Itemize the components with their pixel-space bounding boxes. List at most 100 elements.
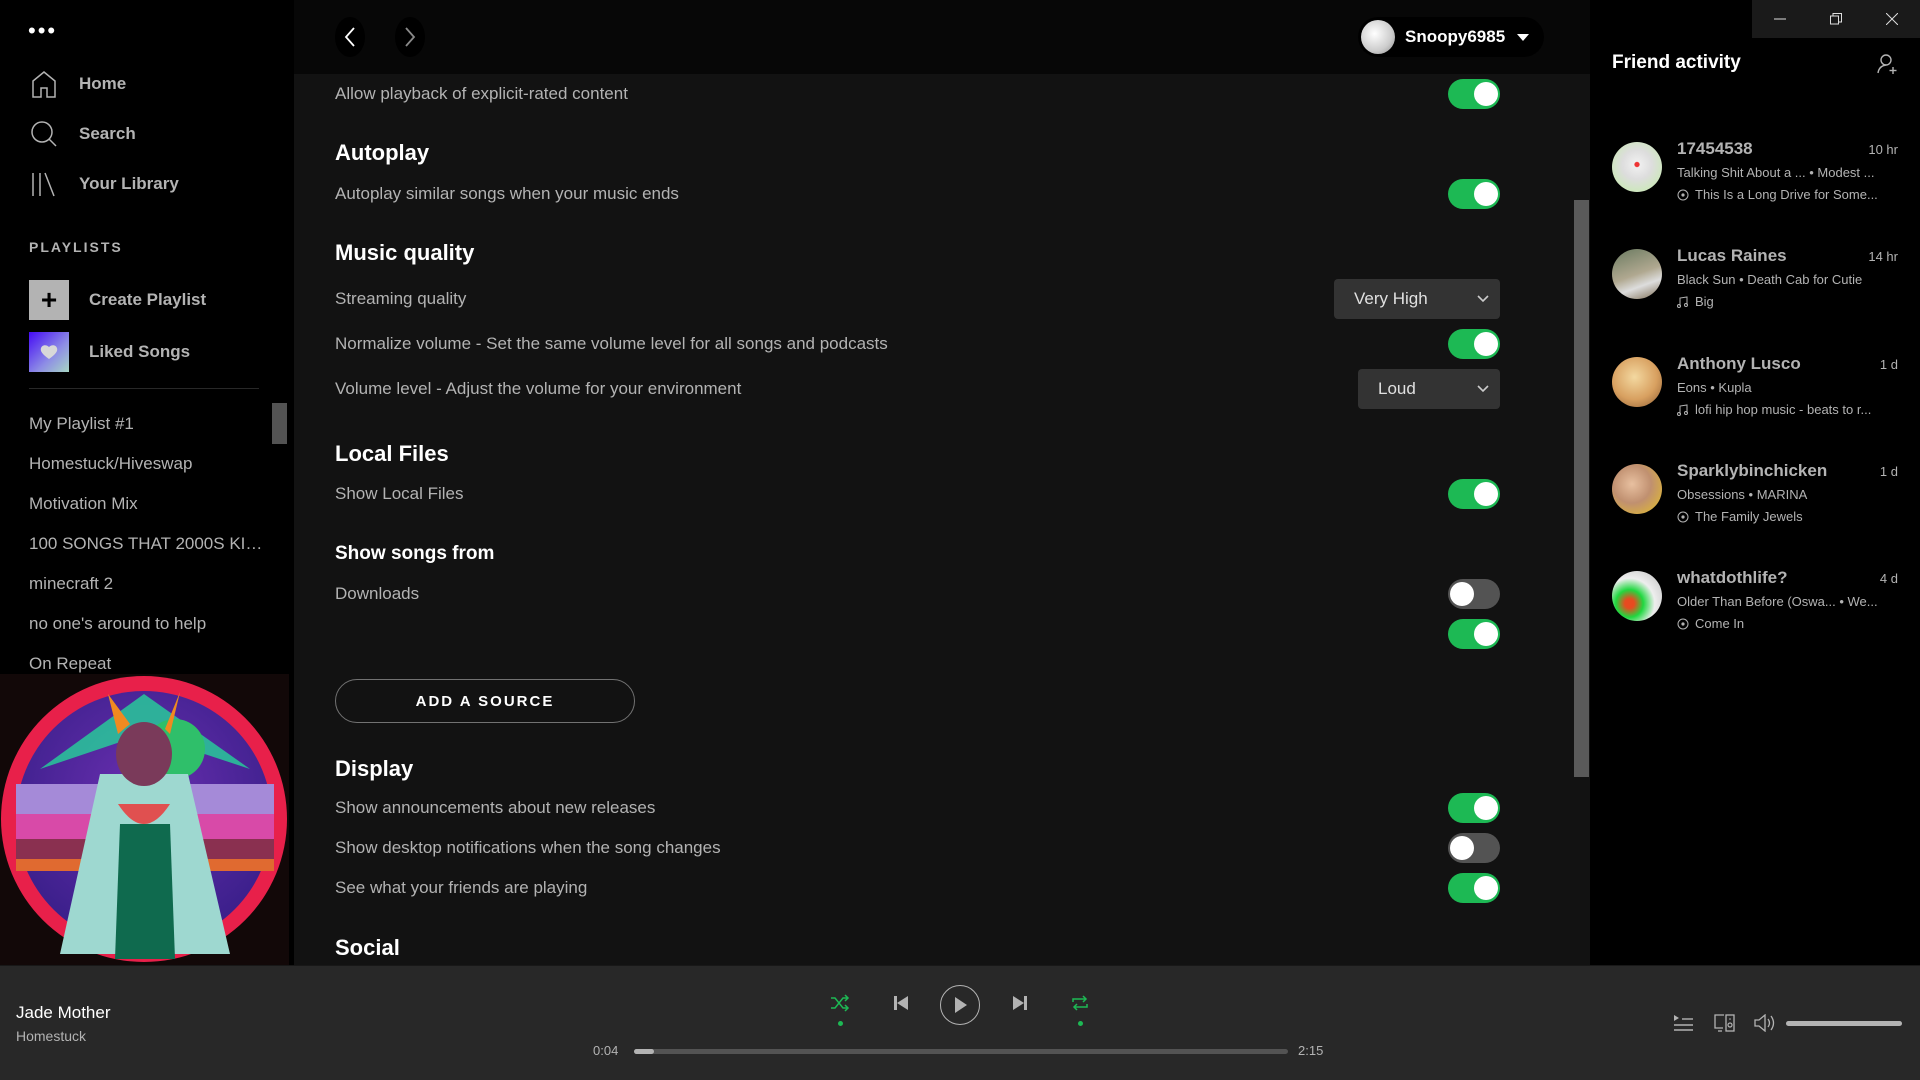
- playlist-item[interactable]: minecraft 2: [29, 564, 264, 604]
- select-value: Very High: [1354, 289, 1428, 308]
- friend-context[interactable]: Come In: [1677, 616, 1902, 631]
- now-playing-album-art[interactable]: [0, 674, 289, 965]
- explicit-toggle[interactable]: [1448, 79, 1500, 109]
- now-playing-title[interactable]: Jade Mother: [16, 1003, 111, 1023]
- username: Snoopy6985: [1405, 27, 1506, 46]
- section-heading-music-quality: Music quality: [335, 240, 475, 265]
- friend-item[interactable]: Sparklybinchicken 1 d Obsessions • MARIN…: [1612, 461, 1902, 554]
- home-icon: [32, 71, 56, 98]
- devices-icon: [1714, 1014, 1735, 1032]
- album-icon: [1677, 618, 1689, 629]
- create-playlist-button[interactable]: + Create Playlist: [29, 280, 269, 320]
- announcements-toggle[interactable]: [1448, 793, 1500, 823]
- friend-activity-panel: Friend activity 17454538 10 hr Talking S…: [1590, 0, 1920, 965]
- setting-label: Show desktop notifications when the song…: [335, 838, 721, 857]
- skip-forward-icon: [1013, 996, 1027, 1010]
- friend-time: 1 d: [1879, 464, 1898, 479]
- setting-label: Streaming quality: [335, 289, 467, 308]
- playlist-item[interactable]: Homestuck/Hiveswap: [29, 444, 264, 484]
- section-heading-local-files: Local Files: [335, 441, 449, 466]
- now-playing-artist[interactable]: Homestuck: [16, 1028, 86, 1044]
- setting-label: See what your friends are playing: [335, 878, 588, 897]
- back-button[interactable]: [335, 17, 365, 57]
- autoplay-toggle[interactable]: [1448, 179, 1500, 209]
- search-icon: [31, 121, 57, 147]
- friend-item[interactable]: 17454538 10 hr Talking Shit About a ... …: [1612, 139, 1902, 232]
- progress-fill: [634, 1049, 654, 1054]
- previous-button[interactable]: [889, 991, 913, 1015]
- show-local-files-toggle[interactable]: [1448, 479, 1500, 509]
- repeat-active-dot: [1078, 1021, 1083, 1026]
- repeat-icon: [1072, 995, 1088, 1011]
- top-bar: Snoopy6985: [294, 0, 1590, 74]
- shuffle-icon: [831, 994, 850, 1012]
- playlist-item[interactable]: 100 SONGS THAT 2000S KIDS WILL REMEMBER: [29, 524, 264, 564]
- friend-item[interactable]: Lucas Raines 14 hr Black Sun • Death Cab…: [1612, 246, 1902, 339]
- more-dots-icon[interactable]: •••: [28, 20, 57, 42]
- friend-time: 4 d: [1879, 571, 1898, 586]
- nav-library[interactable]: Your Library: [29, 164, 179, 204]
- friends-playing-toggle[interactable]: [1448, 873, 1500, 903]
- chevron-down-icon: [1477, 385, 1489, 393]
- repeat-button[interactable]: [1068, 991, 1092, 1015]
- setting-streaming-quality: Streaming quality Very High: [335, 279, 1500, 319]
- forward-button[interactable]: [395, 17, 425, 57]
- user-avatar: [1361, 20, 1395, 54]
- add-friend-icon[interactable]: [1876, 52, 1900, 76]
- normalize-volume-toggle[interactable]: [1448, 329, 1500, 359]
- friend-context[interactable]: lofi hip hop music - beats to r...: [1677, 402, 1902, 417]
- shuffle-button[interactable]: [828, 991, 852, 1015]
- album-icon: [1677, 511, 1689, 522]
- friend-context[interactable]: This Is a Long Drive for Some...: [1677, 187, 1902, 202]
- friend-item[interactable]: whatdothlife? 4 d Older Than Before (Osw…: [1612, 568, 1902, 661]
- close-button[interactable]: [1864, 0, 1920, 38]
- restore-button[interactable]: [1808, 0, 1864, 38]
- friend-track[interactable]: Older Than Before (Oswa... • We...: [1677, 594, 1902, 609]
- main-scrollbar[interactable]: [1574, 200, 1589, 777]
- friend-time: 10 hr: [1868, 142, 1898, 157]
- next-button[interactable]: [1008, 991, 1032, 1015]
- volume-slider[interactable]: [1786, 1021, 1902, 1026]
- friend-track[interactable]: Black Sun • Death Cab for Cutie: [1677, 272, 1902, 287]
- setting-announcements: Show announcements about new releases: [335, 788, 1500, 828]
- nav-search-label: Search: [79, 124, 136, 143]
- section-heading-show-songs-from: Show songs from: [335, 543, 495, 564]
- friend-item[interactable]: Anthony Lusco 1 d Eons • Kupla lofi hip …: [1612, 354, 1902, 447]
- liked-songs-button[interactable]: Liked Songs: [29, 332, 269, 372]
- desktop-notifications-toggle[interactable]: [1448, 833, 1500, 863]
- volume-button[interactable]: [1753, 1011, 1777, 1035]
- friend-track[interactable]: Obsessions • MARINA: [1677, 487, 1902, 502]
- sidebar-divider: [29, 388, 259, 389]
- friend-track[interactable]: Talking Shit About a ... • Modest ...: [1677, 165, 1902, 180]
- plus-icon: +: [29, 280, 69, 320]
- friend-context[interactable]: The Family Jewels: [1677, 509, 1902, 524]
- nav-search[interactable]: Search: [29, 114, 136, 154]
- user-menu-button[interactable]: Snoopy6985: [1358, 17, 1544, 57]
- minimize-icon: [1774, 18, 1786, 20]
- sidebar-scrollbar[interactable]: [272, 403, 287, 444]
- add-source-button[interactable]: ADD A SOURCE: [335, 679, 635, 723]
- setting-volume-level: Volume level - Adjust the volume for you…: [335, 369, 1500, 409]
- section-heading-autoplay: Autoplay: [335, 140, 430, 165]
- close-icon: [1886, 13, 1898, 25]
- friend-context[interactable]: Big: [1677, 294, 1902, 309]
- playlist-item[interactable]: My Playlist #1: [29, 404, 264, 444]
- friend-time: 1 d: [1879, 357, 1898, 372]
- progress-bar[interactable]: [634, 1049, 1288, 1054]
- friend-track[interactable]: Eons • Kupla: [1677, 380, 1902, 395]
- queue-button[interactable]: [1672, 1011, 1696, 1035]
- window-controls: [1752, 0, 1920, 38]
- caret-down-icon: [1517, 33, 1530, 41]
- nav-home[interactable]: Home: [29, 64, 126, 104]
- connect-device-button[interactable]: [1713, 1011, 1737, 1035]
- setting-source-2: [335, 614, 1500, 654]
- minimize-button[interactable]: [1752, 0, 1808, 38]
- play-button[interactable]: [940, 985, 980, 1025]
- source-2-toggle[interactable]: [1448, 619, 1500, 649]
- downloads-toggle[interactable]: [1448, 579, 1500, 609]
- playlist-item[interactable]: no one's around to help: [29, 604, 264, 644]
- playlist-item[interactable]: Motivation Mix: [29, 484, 264, 524]
- chevron-right-icon: [405, 27, 416, 47]
- streaming-quality-select[interactable]: Very High: [1334, 279, 1500, 319]
- volume-level-select[interactable]: Loud: [1358, 369, 1500, 409]
